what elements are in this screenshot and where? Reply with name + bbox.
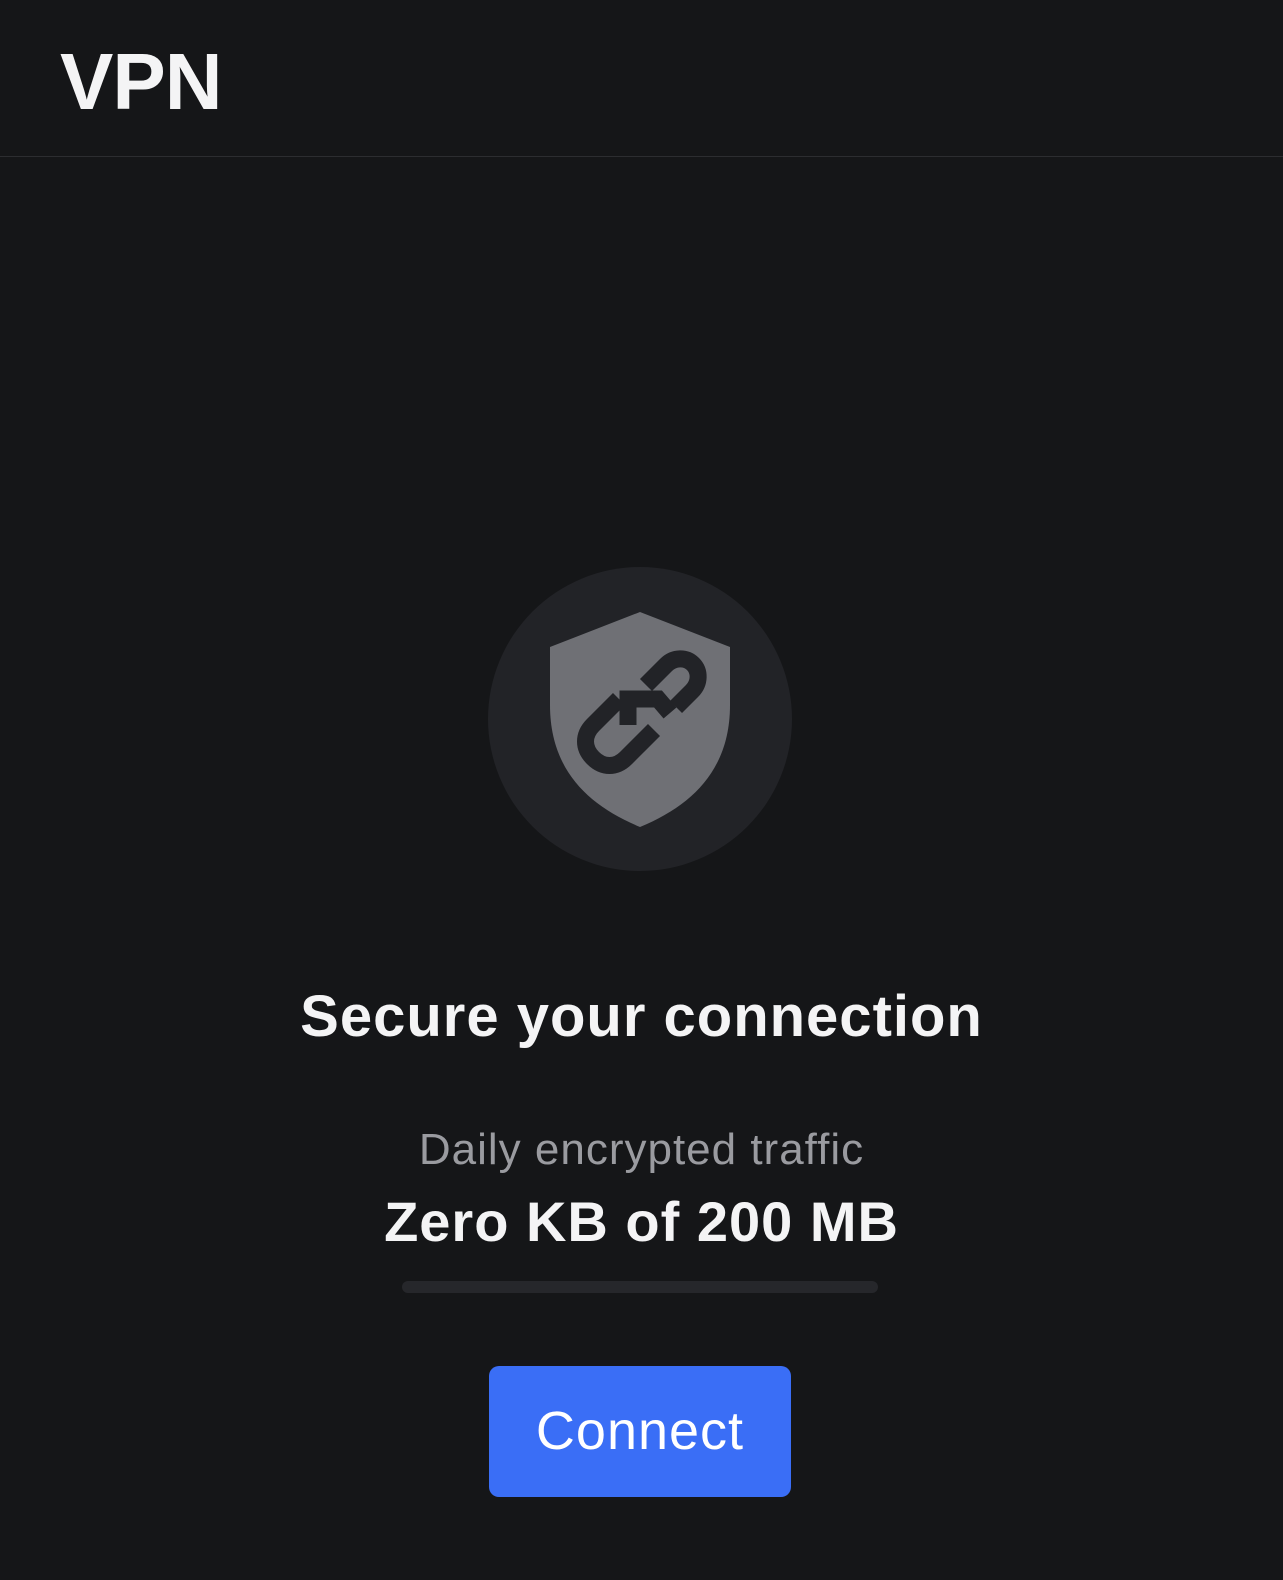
vpn-status-indicator xyxy=(488,567,792,871)
status-headline: Secure your connection xyxy=(300,984,983,1049)
traffic-progress-bar xyxy=(402,1281,878,1293)
shield-link-icon xyxy=(550,612,730,827)
connect-button[interactable]: Connect xyxy=(489,1366,791,1497)
traffic-label: Daily encrypted traffic xyxy=(418,1125,865,1174)
vpn-app: VPN Secure your connection Daily encrypt… xyxy=(0,0,1283,1580)
page-title: VPN xyxy=(60,37,222,126)
traffic-usage-value: Zero KB of 200 MB xyxy=(384,1190,899,1253)
header: VPN xyxy=(0,0,1283,157)
